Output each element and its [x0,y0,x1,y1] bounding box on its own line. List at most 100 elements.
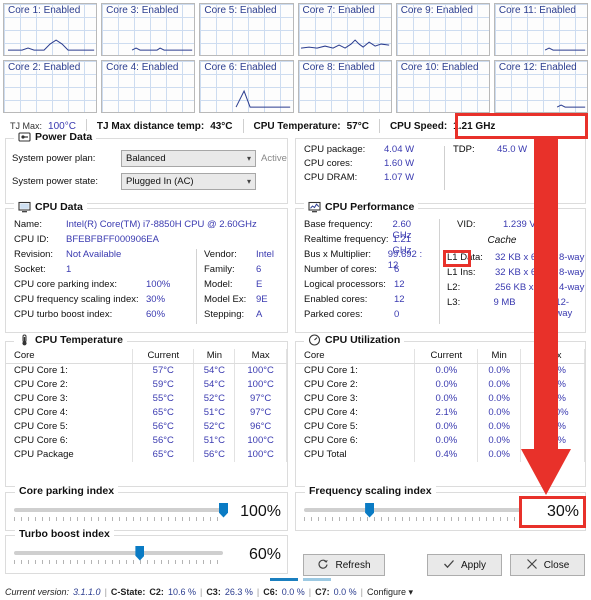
close-icon [526,558,538,573]
slider-thumb[interactable] [135,545,145,561]
cell-value: 51°C [203,407,225,418]
close-button[interactable]: Close [510,554,585,576]
core-parking-index-value: 100% [146,279,171,290]
table-header-row: Core Current Min Max [6,349,287,364]
util-header-max: Max [521,349,584,364]
tab-indicator-active[interactable] [270,578,298,581]
version-label: Current version: [5,587,70,597]
table-row: CPU Core 2: 0.0% 0.0% 98.9% [296,377,585,392]
enabled-cores-row: Enabled cores: 12 [304,294,432,309]
socket-label: Socket: [14,264,46,275]
row-label: CPU Core 2: [14,379,68,390]
row-label: CPU Core 3: [304,393,358,404]
core-graph-box: Core 10: Enabled [395,60,490,113]
row-label: CPU Core 1: [304,365,358,377]
power-data-legend: Power Data [14,131,97,143]
monitor-icon [18,201,31,213]
frequency-scaling-index-title: Frequency scaling index [305,485,436,497]
core-graph-box: Core 5: Enabled [199,3,294,56]
tj-max-cell: TJ Max: 100°C [0,121,86,132]
family-label: Family: [204,264,235,275]
revision-label: Revision: [14,249,54,260]
cstate-label: C-State: [110,587,146,597]
power-values-group: CPU package: CPU cores: CPU DRAM: 4.04 W… [295,138,586,204]
cache-l3-value: 9 MB [493,297,516,308]
row-label: CPU Core 2: [304,379,358,390]
slider-thumb[interactable] [365,502,375,518]
bus-multiplier-label: Bus x Multiplier: [304,249,372,260]
turbo-boost-index-slider[interactable] [14,544,223,566]
slider-track [14,507,223,512]
cpu-data-body: Name: Intel(R) Core(TM) i7-8850H CPU @ 2… [6,209,287,324]
cell-value: 100°C [247,379,274,390]
model-ex-label: Model Ex: [204,294,247,305]
slider-thumb[interactable] [219,502,228,518]
c6-label: C6: [263,587,278,597]
slider-track [304,507,521,512]
table-row: CPU Core 2: 59°C 54°C 100°C [6,377,287,392]
stepping-label: Stepping: [204,309,245,320]
table-row: CPU Core 5: 0.0% 0.0% 93.2% [296,419,585,434]
table-row: CPU Core 6: 56°C 51°C 100°C [6,433,287,448]
row-label: CPU Core 3: [14,393,68,404]
c2-label: C2: [149,587,164,597]
power-plug-icon [18,131,31,143]
system-power-state-select[interactable]: Plugged In (AC) ▾ [121,173,256,190]
core-graph-box: Core 2: Enabled [3,60,98,113]
cpu-data-left-col: Revision: Not Available Socket: 1 CPU co… [14,249,189,324]
core-parking-index-title: Core parking index [15,485,119,497]
cell-value: 0.0% [488,421,510,432]
system-power-plan-select[interactable]: Balanced ▾ [121,150,256,167]
vid-label: VID: [457,219,476,230]
slider-ticks [14,559,223,564]
core-parking-index-slider[interactable] [14,501,228,523]
cell-value: 97°C [250,393,272,404]
model-row: Model: E [204,279,274,294]
cache-l3-ways: 12-way [555,297,573,319]
cpu-data-title: CPU Data [35,201,83,213]
system-power-state-value: Plugged In (AC) [126,176,194,187]
cpu-performance-legend: CPU Performance [304,201,419,213]
close-button-label: Close [543,559,570,571]
refresh-icon [317,558,329,573]
table-row: CPU Core 4: 65°C 51°C 97°C [6,405,287,420]
column-divider [285,391,287,406]
refresh-button[interactable]: Refresh [303,554,385,576]
core-parking-index-value: 100% [240,502,281,520]
cpu-tool-window: Core 1: Enabled Core 3: Enabled Core 5: En… [0,0,591,600]
apply-button[interactable]: Apply [427,554,502,576]
vid-row: VID: 1.239 V [447,219,585,235]
row-label: CPU Core 6: [14,435,68,446]
model-value: E [256,279,263,290]
cell-value: 100°C [247,449,274,460]
cell-value: 0.0% [435,421,458,432]
cell-value: 0.0% [435,365,458,377]
frequency-scaling-index-slider[interactable] [304,501,521,523]
cpu-temperature-label: CPU Temperature: [253,120,341,132]
cpu-utilization-table: Core Current Min Max CPU Core 1: 0.0% 0.0% 89.… [296,349,585,462]
cache-l1-data-value: 32 KB x 6 [495,252,537,263]
cpu-name-value: Intel(R) Core(TM) i7-8850H CPU @ 2.60GHz [66,219,257,230]
cell-value: 0.0% [488,365,510,377]
cpu-dram-label: CPU DRAM: [304,172,358,183]
vendor-value: Intel [256,249,274,260]
revision-value: Not Available [66,249,122,260]
table-row: CPU Total 0.4% 0.0% 94.7% [296,447,585,462]
divider [439,219,440,324]
core-graph-box: Core 1: Enabled [3,3,98,56]
cell-value: 59°C [152,379,174,390]
util-header-min: Min [478,349,521,364]
socket-row: Socket: 1 [14,264,189,279]
status-bar: Current version: 3.1.1.0 | C-State: C2: … [0,584,591,600]
configure-menu[interactable]: Configure ▾ [367,587,413,598]
logical-processors-label: Logical processors: [304,279,386,290]
c3-value: 26.3 % [224,587,253,597]
chevron-down-icon: ▾ [246,154,251,163]
cell-value: 100°C [247,435,274,446]
tab-indicator-inactive[interactable] [303,578,331,581]
cpu-temperature-legend: CPU Temperature [14,334,127,346]
vendor-label: Vendor: [204,249,237,260]
table-row: CPU Core 3: 55°C 52°C 97°C [6,391,287,406]
frequency-scaling-index-value: 30% [546,502,579,520]
core-graph-box: Core 6: Enabled [199,60,294,113]
